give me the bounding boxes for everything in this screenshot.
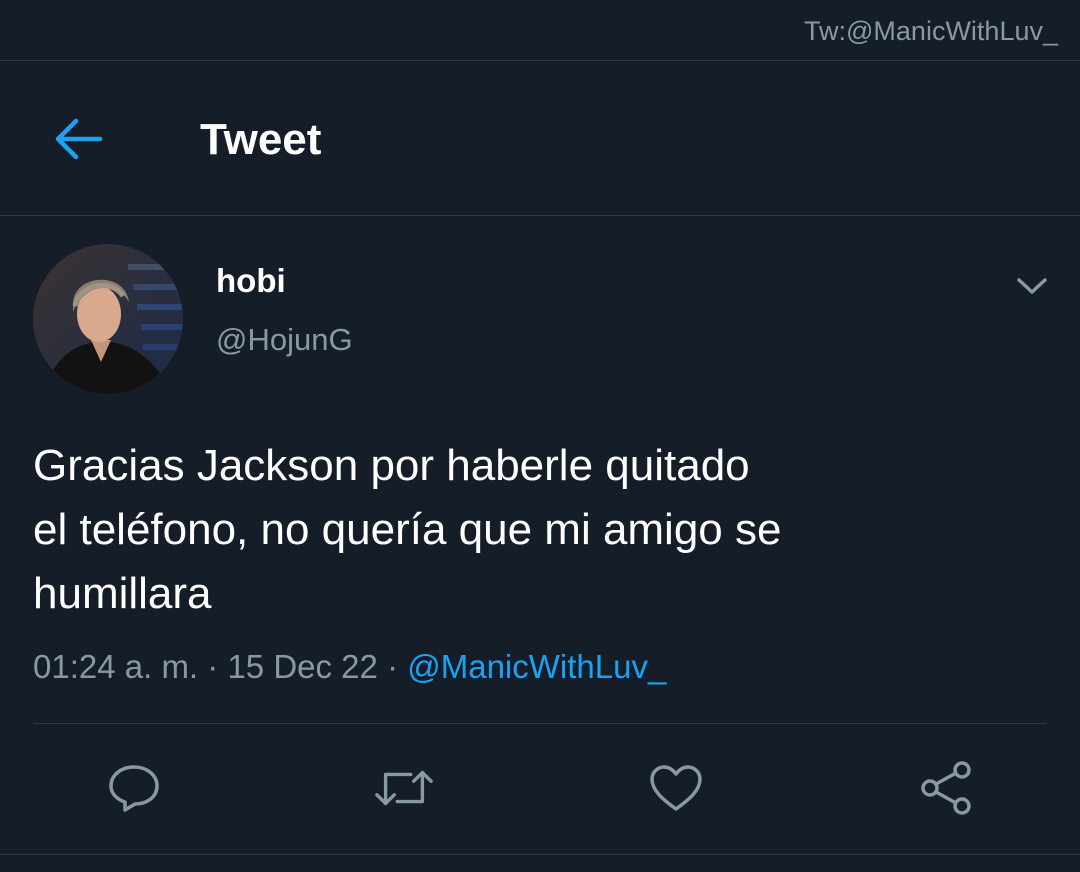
like-icon [650,765,702,811]
tweet-text-line: Gracias Jackson por haberle quitado [33,441,750,490]
share-icon [921,761,971,815]
tweet-header: Tweet [0,61,1080,216]
meta-separator: · [387,648,399,685]
tweet-text-line: el teléfono, no quería que mi amigo se [33,505,782,554]
more-options-button[interactable] [1010,266,1054,306]
reply-icon [109,765,159,812]
watermark: Tw:@ManicWithLuv_ [804,16,1058,46]
top-bar: Tw:@ManicWithLuv_ [0,0,1080,61]
page-title: Tweet [200,115,322,164]
bottom-divider [0,854,1080,855]
tweet-text: Gracias Jackson por haberle quitado el t… [33,434,933,626]
author-handle[interactable]: @HojunG [216,322,353,358]
share-button[interactable] [916,758,976,818]
divider [33,723,1047,724]
like-button[interactable] [646,758,706,818]
retweet-icon [375,770,433,806]
retweet-button[interactable] [374,758,434,818]
tweet-meta: 01:24 a. m. · 15 Dec 22 · @ManicWithLuv_ [33,648,666,686]
tweet-date: 15 Dec 22 [227,648,378,685]
author-display-name[interactable]: hobi [216,262,286,300]
meta-separator: · [207,648,219,685]
action-bar [0,740,1080,836]
tweet-time: 01:24 a. m. [33,648,199,685]
back-button[interactable] [46,107,110,171]
chevron-down-icon [1017,278,1047,294]
tweet-source-link[interactable]: @ManicWithLuv_ [407,648,666,685]
arrow-left-icon [55,118,103,160]
avatar[interactable] [33,244,183,394]
reply-button[interactable] [104,758,164,818]
tweet-text-line: humillara [33,569,212,618]
avatar-image [33,244,183,394]
